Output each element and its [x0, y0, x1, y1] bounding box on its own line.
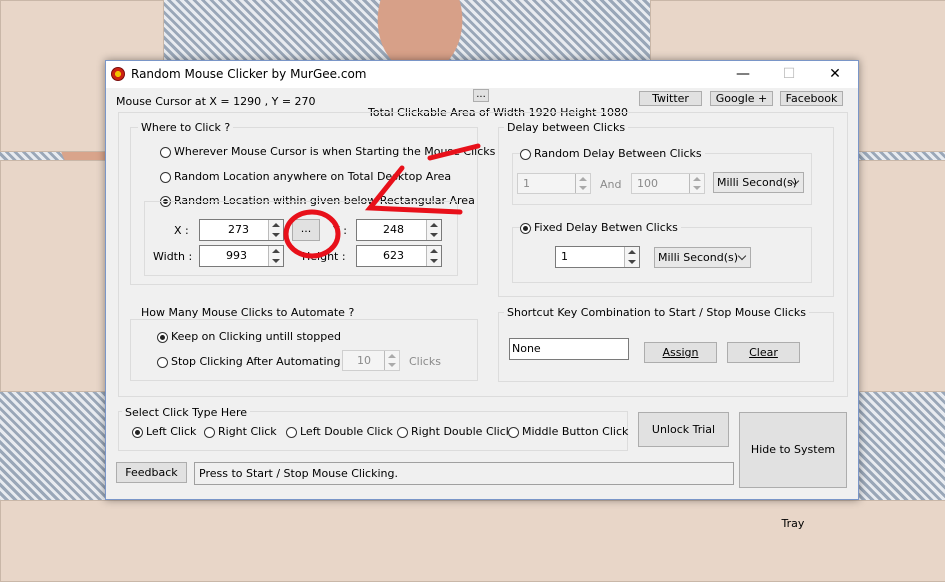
annotation-overlay — [283, 143, 481, 259]
annotation-stroke — [427, 143, 481, 161]
annotation-circle — [283, 209, 341, 259]
annotation-arrow — [364, 165, 463, 215]
